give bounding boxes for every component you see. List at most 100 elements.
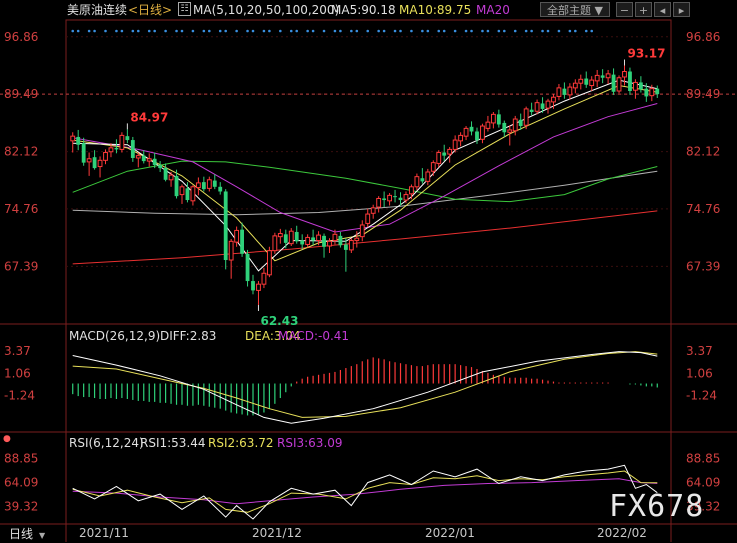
candle-body-up — [512, 118, 518, 132]
marker-dot — [481, 29, 484, 33]
candle-body-down — [638, 82, 643, 90]
candle-body-up — [490, 113, 496, 124]
candle-body-up — [447, 148, 453, 155]
candle-body-down — [212, 180, 217, 187]
marker-dot — [557, 29, 561, 33]
y-tick-label-left: 74.76 — [4, 202, 38, 216]
candle-body-down — [245, 253, 250, 282]
marker-dot — [541, 29, 544, 33]
y-tick-label-left: 39.32 — [4, 499, 38, 513]
marker-dot — [208, 29, 211, 33]
candle-body-up — [359, 224, 365, 238]
candle-body-up — [256, 283, 261, 291]
marker-dot — [382, 29, 386, 33]
candle-body-down — [114, 147, 119, 150]
candle-body-down — [283, 234, 288, 243]
candle-body-up — [616, 77, 622, 92]
candle-body-down — [469, 126, 474, 132]
candle-body-down — [251, 281, 255, 291]
marker-dot — [524, 29, 528, 33]
candle-body-down — [382, 198, 387, 201]
candle-body-down — [600, 75, 605, 78]
marker-dot — [590, 29, 594, 33]
candle-body-up — [119, 134, 125, 150]
candle-body-up — [430, 162, 436, 172]
candle-body-down — [311, 237, 316, 241]
period-dropdown-icon[interactable]: ▼ — [39, 529, 45, 543]
candle-body-up — [545, 100, 551, 109]
y-tick-label-left: 88.85 — [4, 452, 38, 466]
macd-diff-value: DIFF:2.83 — [160, 329, 217, 343]
marker-dot — [470, 29, 473, 33]
rsi3-value: RSI3:63.09 — [277, 436, 343, 450]
candle-body-up — [633, 81, 638, 91]
candle-body-up — [135, 155, 141, 159]
scroll-left-icon[interactable]: ◂ — [654, 2, 671, 17]
instrument-name: 美原油连续 — [67, 3, 128, 17]
candle-body-down — [475, 131, 479, 141]
scroll-right-icon[interactable]: ▸ — [673, 2, 690, 17]
candle-body-down — [393, 196, 397, 198]
y-tick-label-right: 64.09 — [686, 475, 720, 489]
candle-body-down — [141, 155, 146, 162]
candle-body-down — [130, 140, 135, 158]
y-tick-label-right: 3.37 — [686, 344, 713, 358]
candle-body-up — [190, 186, 196, 202]
candle-body-down — [343, 244, 348, 250]
marker-dot — [202, 29, 206, 33]
candle-body-up — [480, 125, 485, 140]
y-tick-label-right: 67.39 — [686, 259, 720, 273]
marker-dot — [279, 29, 282, 33]
rsi2-line — [72, 470, 658, 513]
marker-dot — [568, 29, 572, 33]
y-tick-label-left: 1.06 — [4, 366, 31, 380]
marker-dot — [76, 29, 80, 33]
candle-body-up — [168, 174, 174, 181]
theme-dropdown-button[interactable]: 全部主题 ▼ — [540, 2, 610, 17]
marker-dot — [355, 29, 359, 33]
candle-body-down — [294, 231, 299, 242]
marker-dot — [339, 29, 342, 33]
marker-dot — [437, 29, 441, 33]
candle-body-down — [223, 191, 228, 261]
macd-panel — [72, 351, 658, 424]
marker-dot — [87, 29, 91, 33]
candle-body-up — [195, 182, 201, 189]
marker-dot — [251, 29, 255, 33]
marker-dot — [218, 29, 222, 33]
indicator-icon[interactable]: ☷ — [178, 2, 191, 16]
candle-body-up — [452, 139, 458, 150]
candle-body-up — [288, 230, 294, 245]
marker-dot — [366, 29, 370, 33]
marker-dot — [442, 29, 446, 33]
ma5-value: MA5:90.18 — [331, 3, 396, 17]
candle-body-up — [463, 127, 469, 137]
marker-dot — [350, 29, 353, 33]
y-tick-label-right: -1.24 — [686, 389, 717, 403]
candle-body-up — [332, 233, 338, 242]
price-header: 美原油连续 <日线> ☷ MA(5,10,20,50,100,200) MA5:… — [0, 0, 737, 20]
candle-body-down — [628, 71, 632, 91]
y-tick-label-left: 67.39 — [4, 259, 38, 273]
candle-body-up — [70, 135, 76, 142]
price-annotation-label: 93.17 — [627, 47, 665, 61]
candle-body-up — [572, 82, 578, 89]
y-tick-label-right: 89.49 — [686, 87, 720, 101]
marker-dot — [513, 29, 517, 33]
candle-body-up — [103, 152, 108, 161]
marker-dot — [546, 29, 550, 33]
candle-body-up — [507, 129, 513, 133]
period-tab-daily[interactable]: 日线 — [9, 527, 33, 541]
marker-dot — [268, 29, 271, 33]
marker-dot — [191, 29, 195, 33]
candle-body-up — [523, 108, 529, 126]
marker-dot — [377, 29, 380, 33]
minus-icon[interactable]: − — [616, 2, 633, 17]
candle-body-down — [584, 78, 589, 85]
marker-dot — [147, 29, 151, 33]
candle-body-down — [322, 235, 326, 247]
candle-body-down — [655, 88, 660, 95]
candle-body-up — [370, 207, 376, 214]
plus-icon[interactable]: + — [635, 2, 652, 17]
marker-dot — [120, 29, 124, 33]
